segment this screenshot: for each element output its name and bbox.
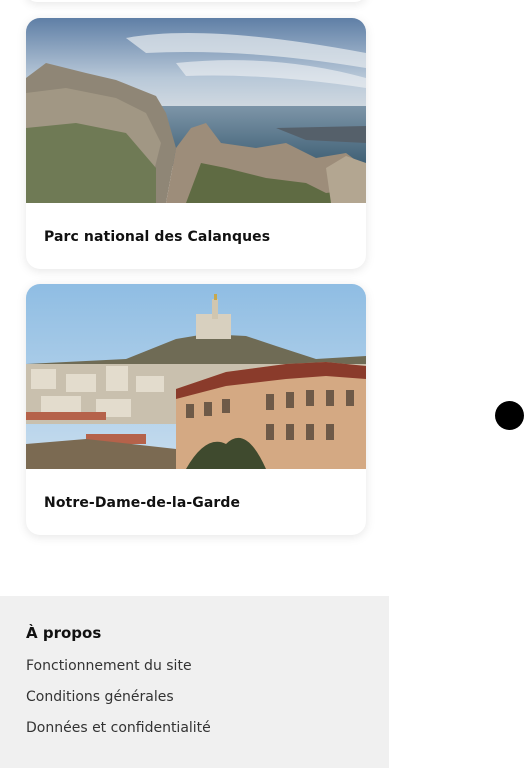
floating-dot[interactable]: [495, 401, 524, 430]
footer-link-conditions[interactable]: Conditions générales: [26, 689, 174, 705]
footer-link-donnees[interactable]: Données et confidentialité: [26, 720, 211, 736]
marseille-basilica-photo: [26, 284, 366, 469]
footer-heading: À propos: [26, 624, 102, 642]
footer-link-fonctionnement[interactable]: Fonctionnement du site: [26, 658, 192, 674]
card-calanques[interactable]: Parc national des Calanques: [26, 18, 366, 269]
card-title[interactable]: Parc national des Calanques: [44, 229, 270, 245]
card-notre-dame[interactable]: Notre-Dame-de-la-Garde: [26, 284, 366, 535]
card-title[interactable]: Notre-Dame-de-la-Garde: [44, 495, 240, 511]
previous-card[interactable]: [26, 0, 366, 2]
footer: À propos Fonctionnement du site Conditio…: [0, 596, 389, 768]
coastal-cliffs-photo: [26, 18, 366, 203]
page: Parc national des Calanques Notre-Dame-d…: [0, 0, 524, 768]
